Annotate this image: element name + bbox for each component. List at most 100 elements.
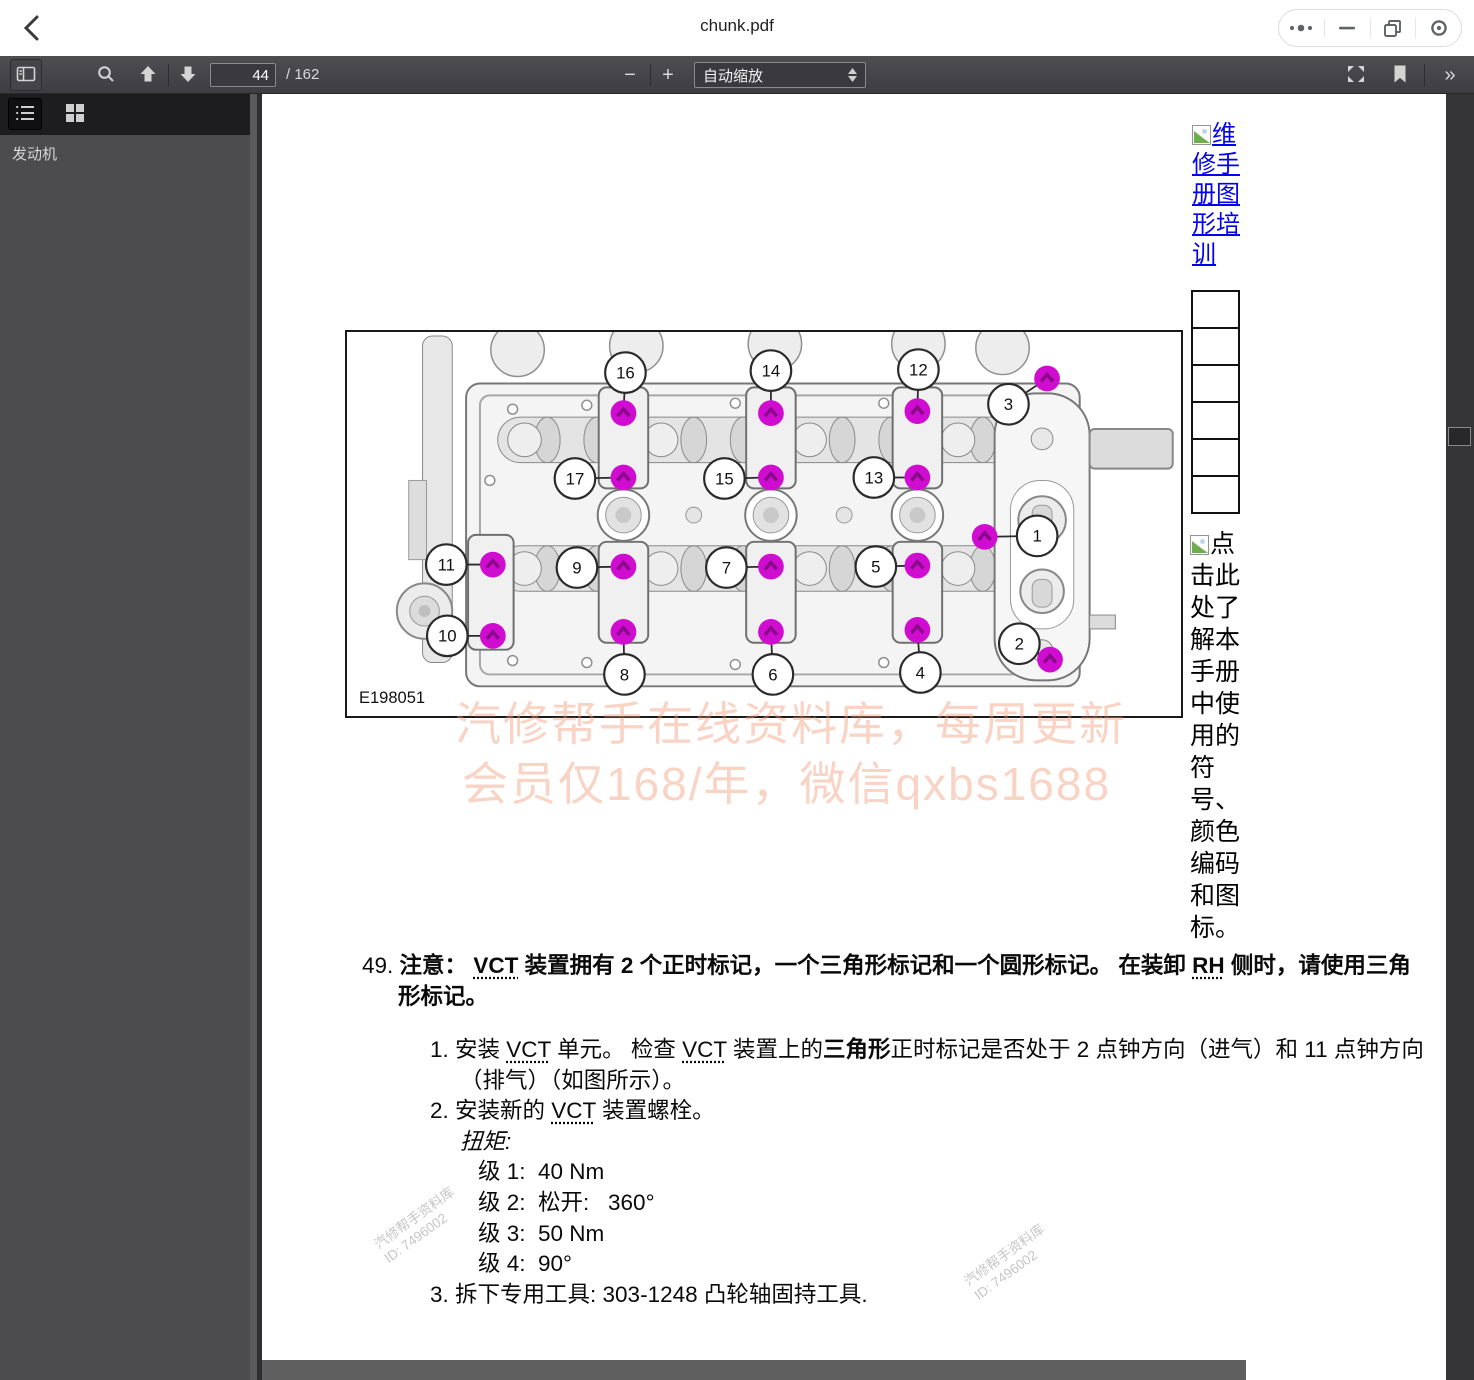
svg-text:15: 15 xyxy=(715,469,734,488)
step-text: 装置螺栓。 xyxy=(596,1098,715,1123)
pdf-toolbar: / 162 − + 自动缩放 » xyxy=(0,56,1474,94)
browser-header: chunk.pdf xyxy=(0,0,1474,56)
torque-lines: 级 1: 40 Nm级 2: 松开: 360°级 3: 50 Nm级 4: 90… xyxy=(478,1157,1428,1279)
step-49-paragraph: 49. 注意： VCT 装置拥有 2 个正时标记，一个三角形标记和一个圆形标记。… xyxy=(362,950,1424,1012)
empty-box xyxy=(1191,364,1240,403)
arrow-down-icon xyxy=(178,65,198,86)
bookmark-icon xyxy=(1392,64,1408,87)
svg-text:17: 17 xyxy=(566,469,585,488)
svg-text:2: 2 xyxy=(1015,635,1024,654)
sub-step-3: 3. 拆下专用工具: 303-1248 凸轮轴固持工具. xyxy=(430,1280,1428,1311)
list-number: 3. xyxy=(430,1282,449,1307)
presentation-mode-button[interactable] xyxy=(1342,59,1370,91)
step-49-text: 装置拥有 2 个正时标记，一个三角形标记和一个圆形标记。 在装卸 xyxy=(518,953,1192,978)
step-text: 单元。 检查 xyxy=(551,1037,682,1062)
scrollbar-thumb[interactable] xyxy=(1448,427,1471,446)
toolbar-divider xyxy=(1424,64,1425,86)
legend-note: 点击此处了解本手册中使用的符号、颜色编码和图标。 xyxy=(1190,528,1248,944)
double-chevron-icon: » xyxy=(1444,65,1455,85)
search-button[interactable] xyxy=(92,59,120,91)
more-options-icon[interactable] xyxy=(1279,9,1324,47)
engine-diagram: 1234567891011121314151617 xyxy=(347,332,1181,716)
sidebar-resizer[interactable] xyxy=(250,94,257,1380)
zoom-in-button[interactable]: + xyxy=(654,59,682,91)
target-circle-icon[interactable] xyxy=(1416,9,1461,47)
acronym-vct: VCT xyxy=(506,1037,551,1062)
thumbnails-grid-icon xyxy=(66,104,84,125)
svg-text:12: 12 xyxy=(909,360,928,379)
svg-text:14: 14 xyxy=(762,361,781,380)
zoom-out-button[interactable]: − xyxy=(616,59,644,91)
empty-box xyxy=(1191,327,1240,366)
back-chevron-icon xyxy=(20,31,44,46)
outline-view-button[interactable] xyxy=(8,98,42,130)
step-number: 49. xyxy=(362,953,393,978)
select-spinner-icon xyxy=(848,68,857,82)
training-link[interactable]: 维修手册图形培训 xyxy=(1192,120,1244,270)
empty-box xyxy=(1191,290,1240,329)
fullscreen-arrows-icon xyxy=(1346,64,1366,87)
toolbar-divider xyxy=(168,64,169,86)
svg-text:9: 9 xyxy=(572,558,581,577)
outline-panel: 发动机 xyxy=(0,135,250,1380)
list-number: 2. xyxy=(430,1098,449,1123)
svg-text:13: 13 xyxy=(865,468,884,487)
legend-note-text: 点击此处了解本手册中使用的符号、颜色编码和图标。 xyxy=(1190,530,1240,942)
sidebar-header xyxy=(0,94,250,135)
arrow-up-icon xyxy=(138,65,158,86)
acronym-vct: VCT xyxy=(682,1037,727,1062)
step-text: 装置上的 xyxy=(727,1037,823,1062)
acronym-vct: VCT xyxy=(473,953,518,978)
page-number-input[interactable] xyxy=(210,63,276,87)
back-button[interactable] xyxy=(16,13,48,45)
empty-box xyxy=(1191,401,1240,440)
sidebar-toggle-button[interactable] xyxy=(10,59,42,91)
toolbar-divider xyxy=(650,64,651,86)
pdf-viewer-window: chunk.pdf xyxy=(0,0,1474,1380)
svg-text:11: 11 xyxy=(438,555,455,574)
step-text: 安装 xyxy=(455,1037,506,1062)
svg-text:3: 3 xyxy=(1004,395,1013,414)
list-number: 1. xyxy=(430,1037,449,1062)
more-tools-button[interactable]: » xyxy=(1436,59,1464,91)
svg-text:16: 16 xyxy=(616,363,635,382)
thumbnails-view-button[interactable] xyxy=(58,98,92,130)
sub-steps-list: 1. 安装 VCT 单元。 检查 VCT 装置上的三角形正时标记是否处于 2 点… xyxy=(430,1035,1428,1310)
svg-text:4: 4 xyxy=(916,663,925,682)
svg-text:1: 1 xyxy=(1032,527,1041,546)
minus-icon: − xyxy=(624,65,636,85)
plus-icon: + xyxy=(662,65,674,85)
outline-item-engine[interactable]: 发动机 xyxy=(12,143,57,164)
sub-step-1: 1. 安装 VCT 单元。 检查 VCT 装置上的三角形正时标记是否处于 2 点… xyxy=(430,1035,1428,1096)
symbol-box-stack xyxy=(1191,292,1240,514)
image-placeholder-icon xyxy=(1190,535,1209,555)
zoom-mode-select[interactable]: 自动缩放 xyxy=(694,62,866,88)
svg-text:5: 5 xyxy=(871,557,880,576)
step-text: 安装新的 xyxy=(455,1098,551,1123)
previous-page-button[interactable] xyxy=(134,59,162,91)
zoom-mode-value: 自动缩放 xyxy=(703,65,763,86)
empty-box xyxy=(1191,475,1240,514)
engine-figure: 1234567891011121314151617 E198051 xyxy=(345,330,1183,718)
sidebar-toggle-icon xyxy=(16,64,36,87)
svg-text:7: 7 xyxy=(722,558,731,577)
sub-step-2: 2. 安装新的 VCT 装置螺栓。 xyxy=(430,1096,1428,1127)
outline-list-icon xyxy=(15,104,35,125)
search-icon xyxy=(96,64,116,87)
svg-text:10: 10 xyxy=(438,627,457,646)
bold-triangle: 三角形 xyxy=(823,1037,891,1062)
figure-code: E198051 xyxy=(359,689,425,708)
svg-text:8: 8 xyxy=(620,665,629,684)
bookmark-button[interactable] xyxy=(1386,59,1414,91)
page-count-label: / 162 xyxy=(286,66,319,83)
image-placeholder-icon xyxy=(1192,125,1211,145)
empty-box xyxy=(1191,438,1240,477)
acronym-rh: RH xyxy=(1192,953,1225,978)
restore-window-icon[interactable] xyxy=(1370,9,1415,47)
next-page-button[interactable] xyxy=(174,59,202,91)
svg-text:6: 6 xyxy=(768,665,777,684)
minimize-icon[interactable] xyxy=(1325,9,1370,47)
acronym-vct: VCT xyxy=(551,1098,596,1123)
vertical-scrollbar[interactable] xyxy=(1446,94,1474,1380)
document-title: chunk.pdf xyxy=(587,16,887,36)
